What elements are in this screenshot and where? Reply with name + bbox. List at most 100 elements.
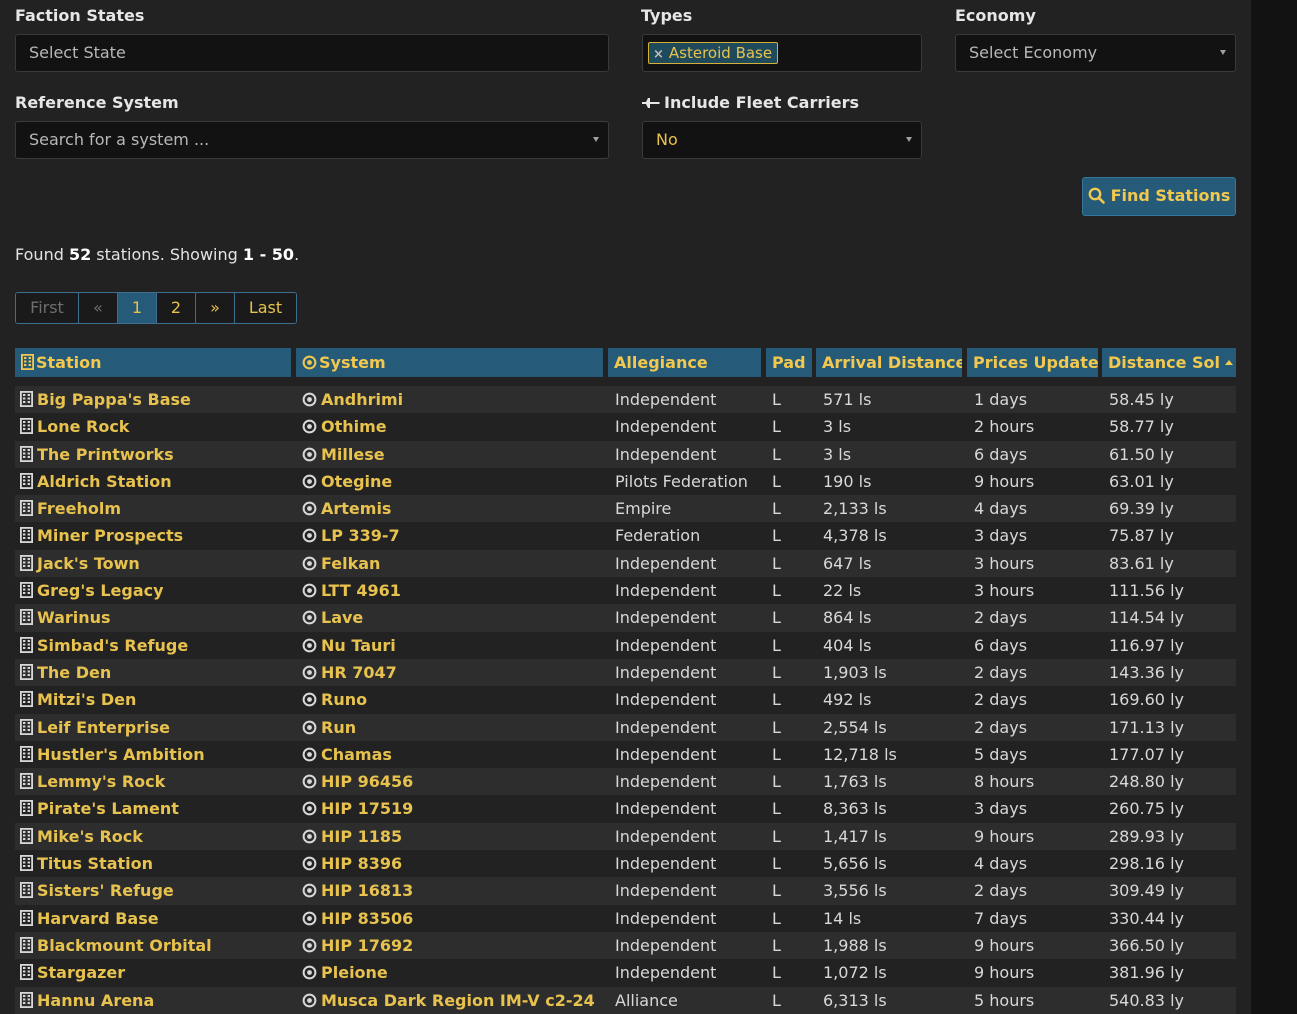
page-2[interactable]: 2 [157,293,196,323]
station-link[interactable]: Simbad's Refuge [20,632,188,659]
table-row: Blackmount Orbital HIP 17692 Independent… [15,931,1236,960]
types-multiselect[interactable]: × Asteroid Base [642,34,922,72]
distance-sol-cell: 58.45 ly [1109,390,1174,409]
building-icon [20,472,33,489]
distance-sol-cell: 114.54 ly [1109,608,1184,628]
system-link[interactable]: HIP 16813 [302,877,413,904]
system-link[interactable]: LP 339-7 [302,522,400,549]
station-link[interactable]: Hustler's Ambition [20,741,205,768]
station-link[interactable]: Pirate's Lament [20,795,179,822]
distance-sol-cell: 169.60 ly [1109,690,1184,710]
system-link[interactable]: LTT 4961 [302,577,401,604]
station-link[interactable]: Leif Enterprise [20,714,170,741]
system-link[interactable]: Millese [302,441,385,468]
table-row: Titus Station HIP 8396 Independent L 5,6… [15,850,1236,878]
system-link[interactable]: Run [302,714,356,741]
station-link[interactable]: Hannu Arena [20,987,154,1014]
system-link[interactable]: HIP 1185 [302,823,402,850]
header-pad[interactable]: Pad [766,348,812,377]
system-link[interactable]: HIP 83506 [302,905,413,932]
prices-update-cell: 8 hours [974,772,1035,792]
station-link[interactable]: Lone Rock [20,413,129,440]
page-last[interactable]: Last [235,293,296,323]
economy-select[interactable]: Select Economy [955,34,1236,72]
system-link[interactable]: Otegine [302,468,392,495]
page-1[interactable]: 1 [118,293,157,323]
station-link[interactable]: The Printworks [20,441,174,468]
target-icon [302,938,317,953]
fleet-carriers-select[interactable]: No [642,121,922,159]
station-link[interactable]: The Den [20,659,111,686]
system-link[interactable]: Musca Dark Region IM-V c2-24 [302,987,595,1014]
system-link[interactable]: Lave [302,604,363,631]
table-row: Greg's Legacy LTT 4961 Independent L 22 … [15,577,1236,605]
station-link[interactable]: Aldrich Station [20,468,172,495]
target-icon [302,447,317,461]
summary-prefix: Found [15,245,69,264]
system-name: LTT 4961 [321,581,401,601]
close-icon[interactable]: × [653,47,664,62]
system-link[interactable]: Othime [302,413,387,440]
allegiance-cell: Independent [615,826,717,846]
system-link[interactable]: HIP 8396 [302,850,402,877]
header-station[interactable]: Station [15,348,291,377]
system-link[interactable]: HR 7047 [302,659,397,686]
station-link[interactable]: Sisters' Refuge [20,877,174,904]
station-link[interactable]: Greg's Legacy [20,577,164,604]
system-link[interactable]: Artemis [302,495,391,522]
fleet-carriers-label-wrap: Include Fleet Carriers [642,93,859,113]
system-link[interactable]: HIP 17692 [302,932,413,959]
header-prices-update[interactable]: Prices Update [967,348,1098,377]
station-link[interactable]: Mike's Rock [20,823,143,850]
station-link[interactable]: Miner Prospects [20,522,183,549]
system-link[interactable]: Runo [302,686,367,713]
arrival-distance-cell: 1,763 ls [823,772,887,792]
target-icon [302,583,317,598]
find-stations-button[interactable]: Find Stations [1082,177,1236,216]
station-link[interactable]: Stargazer [20,959,125,986]
system-link[interactable]: Felkan [302,550,380,577]
prices-update-cell: 9 hours [974,935,1035,955]
system-link[interactable]: Andhrimi [302,386,403,413]
table-row: Warinus Lave Independent L 864 ls 2 days… [15,604,1236,632]
system-link[interactable]: HIP 96456 [302,768,413,795]
header-distance-sol[interactable]: Distance Sol [1102,348,1236,377]
header-arrival-distance[interactable]: Arrival Distance [816,348,962,377]
faction-states-select[interactable]: Select State [15,34,609,72]
station-link[interactable]: Freeholm [20,495,121,522]
distance-sol-cell: 83.61 ly [1109,553,1174,573]
page-prev[interactable]: « [79,293,118,323]
system-link[interactable]: Chamas [302,741,392,768]
allegiance-cell: Independent [615,772,717,792]
station-link[interactable]: Lemmy's Rock [20,768,165,795]
system-link[interactable]: HIP 17519 [302,795,413,822]
building-icon [20,991,33,1008]
allegiance-cell: Alliance [615,990,678,1010]
station-link[interactable]: Warinus [20,604,111,631]
station-link[interactable]: Blackmount Orbital [20,932,212,959]
target-icon [302,965,317,980]
system-link[interactable]: Pleione [302,959,388,986]
page-next[interactable]: » [196,293,235,323]
station-link[interactable]: Mitzi's Den [20,686,136,713]
reference-system-select[interactable]: Search for a system ... [15,121,609,159]
economy-placeholder: Select Economy [969,43,1098,62]
summary-suffix: . [294,245,300,264]
header-system[interactable]: System [296,348,603,377]
results-summary: Found 52 stations. Showing 1 - 50. [15,245,299,265]
prices-update-cell: 2 days [974,690,1028,710]
pad-cell: L [772,772,781,792]
header-allegiance[interactable]: Allegiance [608,348,761,377]
distance-sol-cell: 171.13 ly [1109,717,1184,737]
system-link[interactable]: Nu Tauri [302,632,396,659]
station-link[interactable]: Titus Station [20,850,153,877]
station-link[interactable]: Jack's Town [20,550,140,577]
page-first[interactable]: First [16,293,79,323]
arrival-distance-cell: 3 ls [823,444,852,464]
table-row: Pirate's Lament HIP 17519 Independent L … [15,795,1236,823]
reference-system-label: Reference System [15,93,179,112]
station-link[interactable]: Harvard Base [20,905,159,932]
pad-cell: L [772,526,781,546]
station-link[interactable]: Big Pappa's Base [20,386,191,413]
target-icon [302,638,317,653]
